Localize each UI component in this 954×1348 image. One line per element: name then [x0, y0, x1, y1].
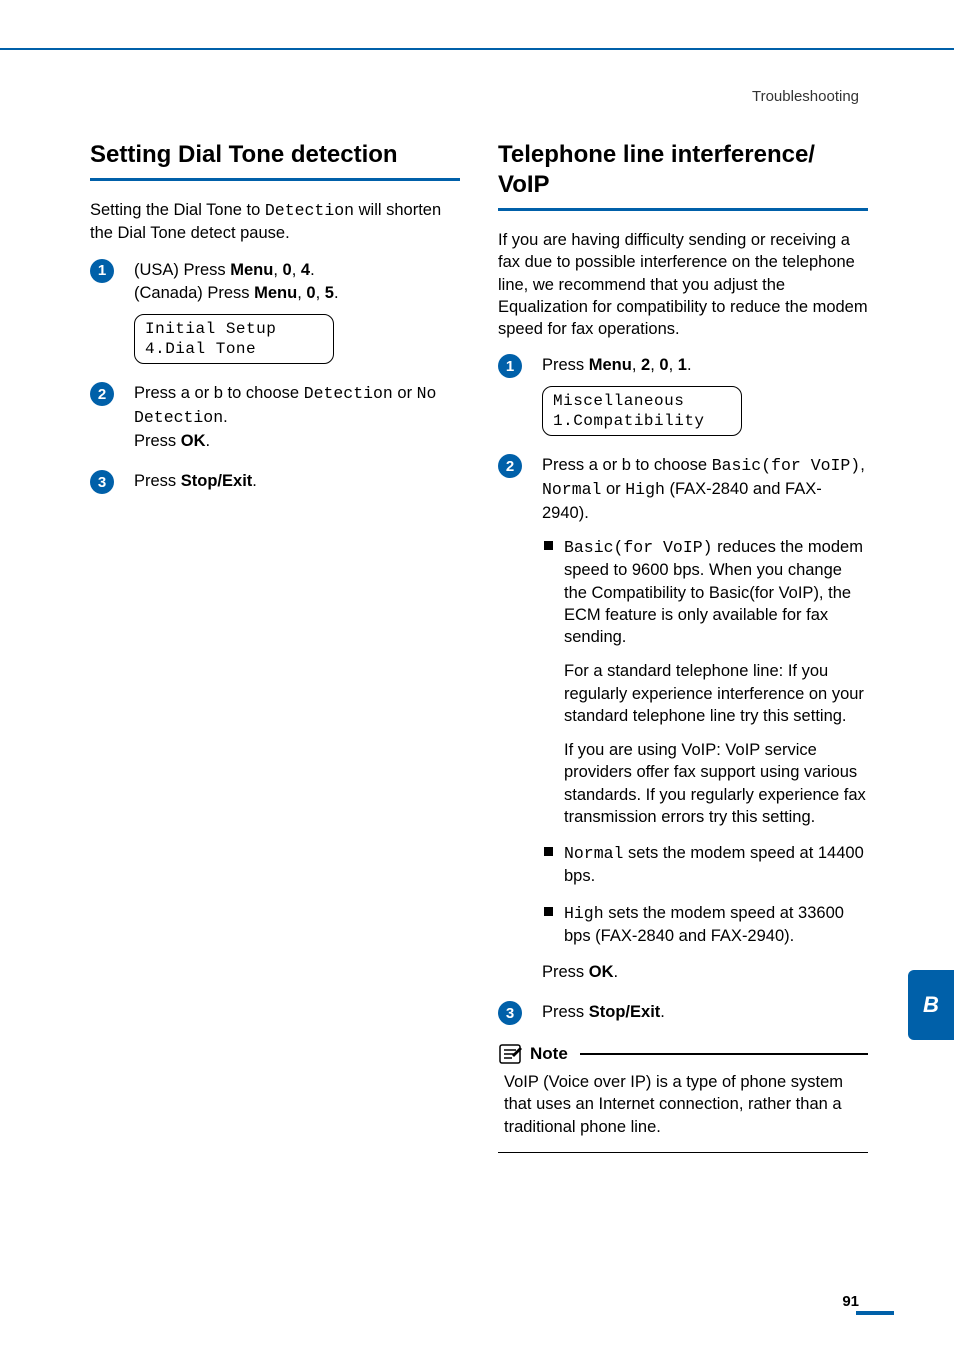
digit-key: 5 — [325, 284, 334, 302]
mono-text: Basic(for VoIP) — [712, 456, 861, 475]
text: Press a or b to choose — [542, 456, 712, 474]
text: . — [687, 356, 692, 374]
mono-text: Normal — [542, 480, 601, 499]
text: , — [669, 356, 678, 374]
page-number-rule — [856, 1311, 894, 1315]
mono-text: High — [625, 480, 665, 499]
stop-exit-key: Stop/Exit — [589, 1003, 661, 1021]
press-ok: Press OK. — [542, 961, 868, 985]
text: , — [273, 261, 282, 279]
top-rule — [0, 48, 954, 50]
left-step-1: 1 (USA) Press Menu, 0, 4. (Canada) Press… — [90, 259, 460, 367]
left-step-2: 2 Press a or b to choose Detection or No… — [90, 382, 460, 454]
text: Press — [542, 1003, 589, 1021]
text: or — [393, 384, 417, 402]
text: , — [860, 456, 865, 474]
lcd-line: 4.Dial Tone — [145, 340, 256, 358]
bullet-item: High sets the modem speed at 33600 bps (… — [542, 902, 868, 948]
note-rule — [580, 1053, 868, 1055]
step-body: Press Menu, 2, 0, 1. Miscellaneous 1.Com… — [542, 354, 868, 438]
digit-key: 0 — [659, 356, 668, 374]
digit-key: 2 — [641, 356, 650, 374]
breadcrumb: Troubleshooting — [752, 88, 859, 105]
digit-key: 0 — [306, 284, 315, 302]
step-number-badge: 2 — [498, 454, 522, 478]
digit-key: 4 — [301, 261, 310, 279]
ok-key: OK — [589, 963, 614, 981]
right-step-3: 3 Press Stop/Exit. — [498, 1001, 868, 1025]
mono-text: Detection — [304, 384, 393, 403]
right-section-title: Telephone line interference/ VoIP — [498, 140, 868, 200]
mono-text: High — [564, 904, 604, 923]
digit-key: 1 — [678, 356, 687, 374]
right-intro: If you are having difficulty sending or … — [498, 229, 868, 340]
left-intro: Setting the Dial Tone to Detection will … — [90, 199, 460, 245]
text: . — [206, 432, 211, 450]
text: , — [632, 356, 641, 374]
left-section-title: Setting Dial Tone detection — [90, 140, 460, 170]
left-step-3: 3 Press Stop/Exit. — [90, 470, 460, 494]
section-rule — [90, 178, 460, 181]
menu-key: Menu — [254, 284, 297, 302]
note-header: Note — [498, 1043, 868, 1065]
step-body: Press a or b to choose Basic(for VoIP), … — [542, 454, 868, 985]
text: Press — [134, 432, 181, 450]
text: For a standard telephone line: If you re… — [564, 660, 868, 727]
text: , — [650, 356, 659, 374]
text: . — [334, 284, 339, 302]
text: Press a or b to choose — [134, 384, 304, 402]
right-step-1: 1 Press Menu, 2, 0, 1. Miscellaneous 1.C… — [498, 354, 868, 438]
note-icon — [498, 1043, 524, 1065]
step-body: Press Stop/Exit. — [542, 1001, 868, 1025]
note-end-rule — [498, 1152, 868, 1154]
lcd-line: 1.Compatibility — [553, 412, 705, 430]
text: . — [310, 261, 315, 279]
ok-key: OK — [181, 432, 206, 450]
menu-key: Menu — [230, 261, 273, 279]
step-number-badge: 1 — [498, 354, 522, 378]
left-column: Setting Dial Tone detection Setting the … — [90, 140, 460, 510]
lcd-line: Miscellaneous — [553, 392, 684, 410]
text: . — [223, 408, 228, 426]
text: Press — [134, 472, 181, 490]
stop-exit-key: Stop/Exit — [181, 472, 253, 490]
text: , — [316, 284, 325, 302]
text: (Canada) Press — [134, 284, 254, 302]
text: . — [660, 1003, 665, 1021]
step-number-badge: 1 — [90, 259, 114, 283]
step-number-badge: 2 — [90, 382, 114, 406]
step-body: Press a or b to choose Detection or No D… — [134, 382, 460, 454]
mono-text: Normal — [564, 844, 623, 863]
mono-text: Basic(for VoIP) — [564, 538, 713, 557]
text: . — [252, 472, 257, 490]
note-body: VoIP (Voice over IP) is a type of phone … — [498, 1071, 868, 1138]
section-rule — [498, 208, 868, 211]
text: (USA) Press — [134, 261, 230, 279]
text: . — [614, 963, 619, 981]
page-number: 91 — [842, 1293, 859, 1310]
right-column: Telephone line interference/ VoIP If you… — [498, 140, 868, 1153]
step-number-badge: 3 — [498, 1001, 522, 1025]
step-body: Press Stop/Exit. — [134, 470, 460, 494]
text: or — [601, 480, 625, 498]
step-body: (USA) Press Menu, 0, 4. (Canada) Press M… — [134, 259, 460, 367]
text: , — [292, 261, 301, 279]
menu-key: Menu — [589, 356, 632, 374]
text: Setting the Dial Tone to — [90, 201, 265, 219]
note-label: Note — [530, 1044, 568, 1064]
right-step-2: 2 Press a or b to choose Basic(for VoIP)… — [498, 454, 868, 985]
section-tab: B — [908, 970, 954, 1040]
text: Press — [542, 963, 589, 981]
bullet-item: Basic(for VoIP) reduces the modem speed … — [542, 536, 868, 828]
lcd-line: Initial Setup — [145, 320, 276, 338]
text: sets the modem speed at 33600 bps (FAX-2… — [564, 904, 844, 945]
mono-text: Detection — [265, 201, 354, 220]
lcd-display: Initial Setup 4.Dial Tone — [134, 314, 334, 364]
lcd-display: Miscellaneous 1.Compatibility — [542, 386, 742, 436]
text: Press — [542, 356, 589, 374]
step-number-badge: 3 — [90, 470, 114, 494]
bullet-item: Normal sets the modem speed at 14400 bps… — [542, 842, 868, 888]
text: If you are using VoIP: VoIP service prov… — [564, 739, 868, 828]
digit-key: 0 — [283, 261, 292, 279]
